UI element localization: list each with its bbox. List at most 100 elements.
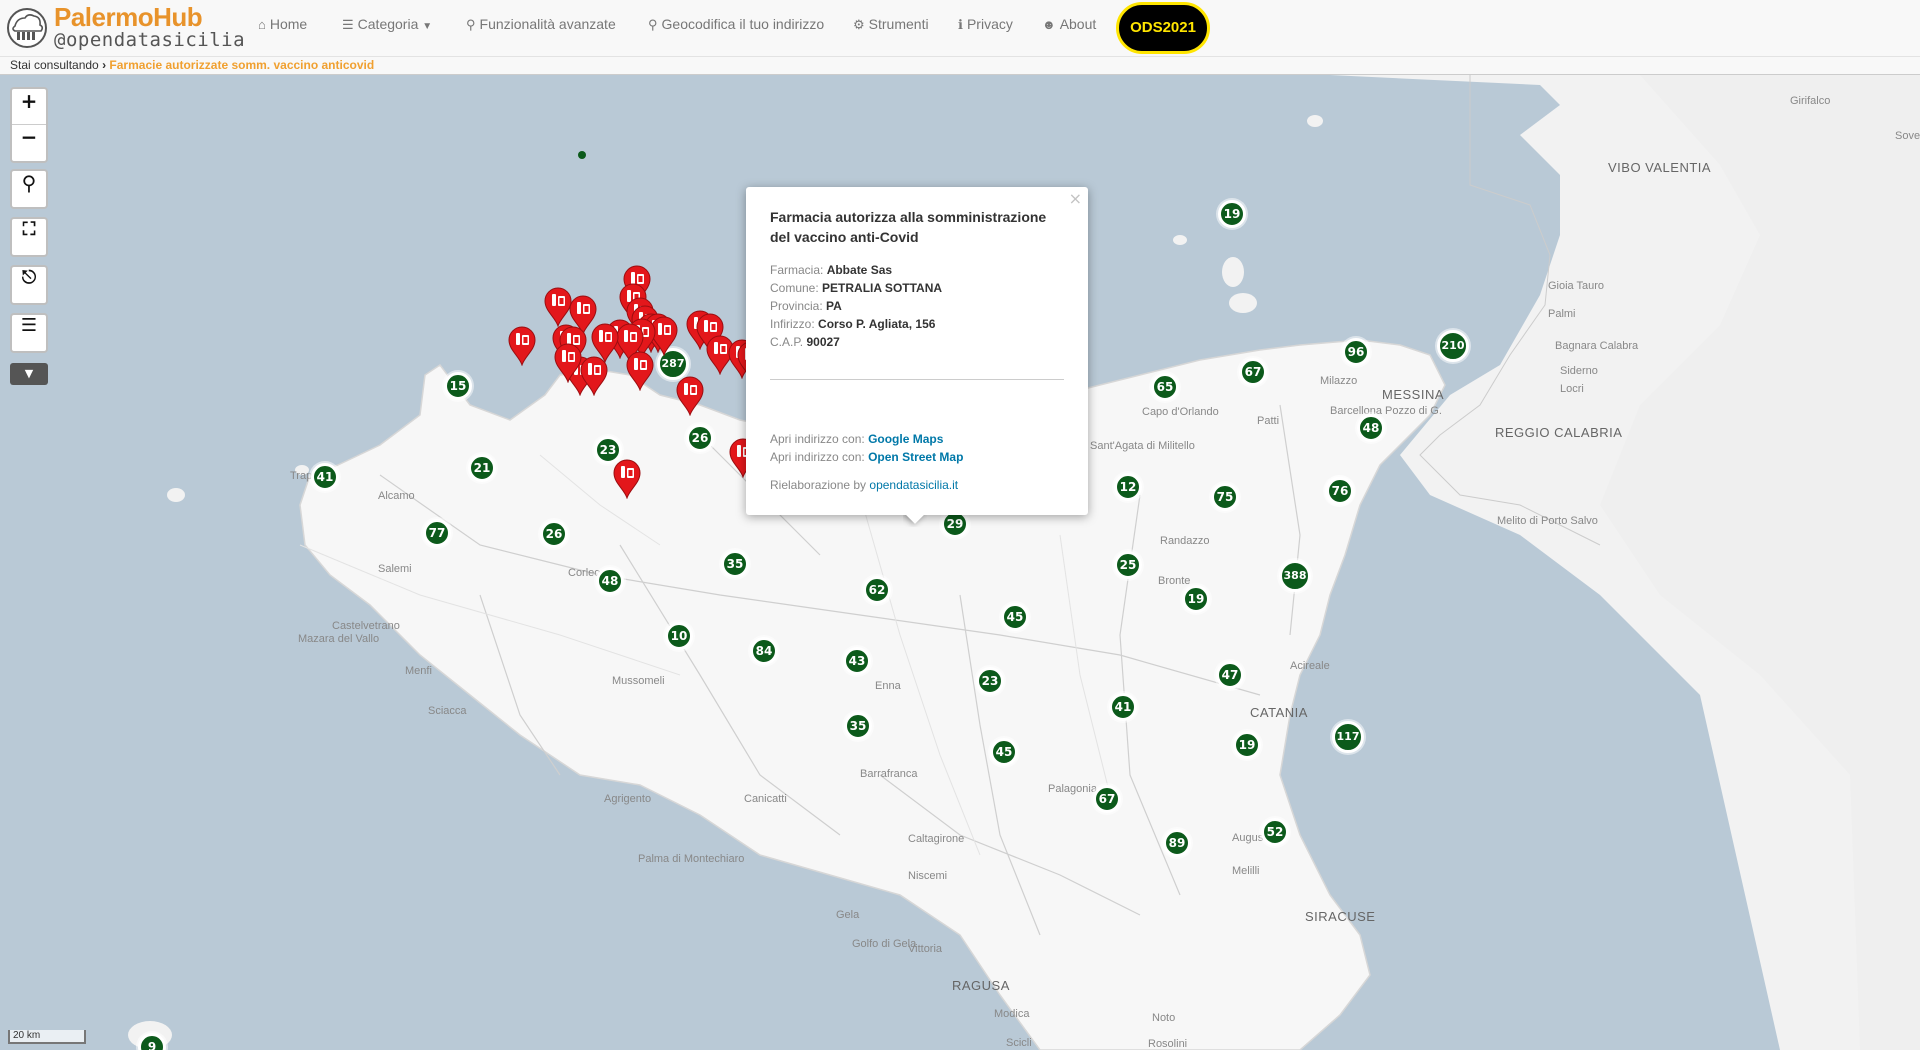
brand-logo[interactable]: PalermoHub @opendatasicilia [4, 2, 245, 54]
place-label: Melilli [1232, 865, 1260, 877]
place-label: REGGIO CALABRIA [1495, 425, 1623, 440]
cluster-marker[interactable]: 41 [1109, 693, 1137, 721]
share-control[interactable]: ⎋ [10, 265, 48, 305]
search-control[interactable]: ⚲ [10, 169, 48, 209]
cluster-marker[interactable]: 26 [540, 520, 568, 548]
credit-link[interactable]: opendatasicilia.it [869, 478, 958, 492]
cluster-marker[interactable]: 25 [1114, 551, 1142, 579]
nav-strumenti[interactable]: ⚙ Strumenti [853, 16, 929, 33]
cluster-marker[interactable]: 48 [596, 567, 624, 595]
nav-geocodifica[interactable]: ⚲ Geocodifica il tuo indirizzo [648, 16, 824, 33]
cluster-marker[interactable]: 10 [665, 622, 693, 650]
cluster-marker[interactable]: 89 [1163, 829, 1191, 857]
nav-categoria[interactable]: ☰ Categoria ▼ [342, 16, 432, 33]
cluster-marker[interactable]: 62 [863, 576, 891, 604]
cluster-marker[interactable]: 67 [1239, 358, 1267, 386]
openstreetmap-link[interactable]: Open Street Map [868, 450, 963, 464]
cluster-marker[interactable]: 41 [311, 463, 339, 491]
cluster-marker[interactable]: 26 [686, 424, 714, 452]
cluster-marker[interactable]: 35 [844, 712, 872, 740]
info-icon: ℹ [958, 17, 963, 32]
popup-divider [770, 379, 1064, 380]
ods2021-button[interactable]: ODS2021 [1116, 2, 1210, 54]
cluster-marker[interactable]: 19 [1218, 200, 1246, 228]
comune-value: PETRALIA SOTTANA [822, 281, 943, 295]
zoom-control: + − [10, 87, 48, 163]
cluster-marker[interactable]: 210 [1437, 330, 1469, 362]
nav-home[interactable]: ⌂ Home [258, 16, 307, 32]
cluster-marker[interactable]: 67 [1093, 785, 1121, 813]
zoom-out-button[interactable]: − [12, 125, 46, 161]
cluster-marker[interactable]: 19 [1182, 585, 1210, 613]
place-label: Scicli [1006, 1037, 1032, 1049]
pharmacy-pin-icon[interactable] [579, 356, 609, 397]
nav-privacy-label: Privacy [966, 16, 1013, 32]
cluster-marker[interactable]: 76 [1326, 477, 1354, 505]
place-label: Bronte [1158, 575, 1191, 587]
nav-about[interactable]: ☻ About [1042, 16, 1096, 32]
comune-label: Comune: [770, 281, 819, 295]
place-label: Vittoria [908, 943, 943, 955]
google-maps-link[interactable]: Google Maps [868, 432, 943, 446]
collapse-toggle[interactable]: ▼ [10, 363, 48, 385]
cluster-marker[interactable]: 21 [468, 454, 496, 482]
cluster-marker[interactable]: 23 [976, 667, 1004, 695]
popup-credit: Rielaborazione by opendatasicilia.it [770, 478, 1064, 492]
map-canvas[interactable]: Girifalco Soverato VIBO VALENTIA Gioia Taur… [0, 75, 1920, 1050]
place-label: Siderno [1560, 365, 1598, 377]
brand-subtitle: @opendatasicilia [54, 29, 246, 51]
popup-close-button[interactable]: × [1069, 189, 1082, 208]
fullscreen-control[interactable]: ⛶ [10, 217, 48, 257]
cluster-marker[interactable]: 19 [1233, 731, 1261, 759]
place-label: Patti [1257, 415, 1280, 427]
link-prefix: Apri indirizzo con: [770, 432, 865, 446]
cluster-marker[interactable]: 52 [1261, 818, 1289, 846]
layers-control[interactable]: ☰ [10, 313, 48, 353]
place-label: Mazara del Vallo [298, 633, 380, 645]
users-icon: ☻ [1042, 17, 1056, 32]
cluster-marker[interactable]: 84 [750, 637, 778, 665]
pharmacy-pin-icon[interactable] [625, 351, 655, 392]
nav-privacy[interactable]: ℹ Privacy [958, 16, 1013, 33]
cluster-marker[interactable]: 77 [423, 519, 451, 547]
cluster-marker[interactable]: 117 [1332, 721, 1364, 753]
cluster-marker[interactable]: 388 [1279, 560, 1311, 592]
cluster-marker[interactable]: 45 [990, 738, 1018, 766]
cluster-marker[interactable]: 12 [1114, 473, 1142, 501]
cluster-marker[interactable]: 96 [1342, 338, 1370, 366]
farmacia-value: Abbate Sas [826, 263, 893, 277]
info-popup: × Farmacia autorizza alla somministrazio… [746, 187, 1088, 515]
provincia-label: Provincia: [770, 299, 823, 313]
zoom-in-button[interactable]: + [12, 89, 46, 125]
nav-funzionalita[interactable]: ⚲ Funzionalità avanzate [466, 16, 616, 33]
pharmacy-pin-icon[interactable] [675, 376, 705, 417]
link-prefix: Apri indirizzo con: [770, 450, 865, 464]
share-icon: ⎋ [21, 267, 37, 288]
nav-home-label: Home [269, 16, 308, 32]
place-label: Melito di Porto Salvo [1497, 515, 1598, 527]
place-label: Golfo di Gela [852, 938, 917, 950]
place-label: CATANIA [1250, 705, 1308, 720]
cluster-marker[interactable]: 43 [843, 647, 871, 675]
cluster-marker[interactable]: 48 [1357, 414, 1385, 442]
place-label: Canicatti [744, 793, 787, 805]
cluster-marker[interactable]: 65 [1151, 373, 1179, 401]
gear-icon: ⚙ [853, 17, 865, 32]
place-label: Palma di Montechiaro [638, 853, 745, 865]
cluster-marker[interactable]: 75 [1211, 483, 1239, 511]
cluster-marker[interactable]: 15 [444, 372, 472, 400]
cluster-marker[interactable]: 35 [721, 550, 749, 578]
pharmacy-pin-icon[interactable] [553, 343, 583, 384]
place-label: Milazzo [1320, 375, 1358, 387]
cluster-marker[interactable]: 47 [1216, 661, 1244, 689]
place-label: MESSINA [1382, 387, 1445, 402]
place-label: Capo d'Orlando [1142, 406, 1219, 418]
place-label: Enna [875, 680, 901, 692]
breadcrumb-current[interactable]: Farmacie autorizzate somm. vaccino antic… [109, 58, 374, 72]
nav-about-label: About [1059, 16, 1097, 32]
place-label: Salemi [378, 563, 412, 575]
pharmacy-pin-icon[interactable] [612, 459, 642, 500]
place-label: Barcellona Pozzo di G. [1330, 405, 1442, 417]
cluster-marker[interactable]: 45 [1001, 603, 1029, 631]
pharmacy-pin-icon[interactable] [507, 326, 537, 367]
